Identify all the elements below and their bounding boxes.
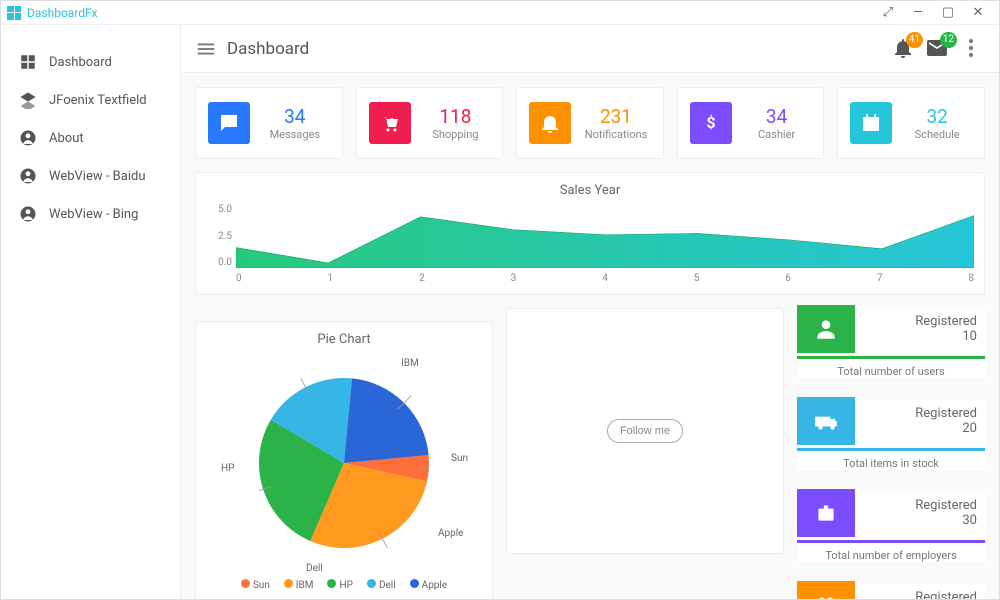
stat-icon xyxy=(369,102,411,144)
stat-value: 34 xyxy=(742,105,812,128)
registered-title: Registered xyxy=(855,406,977,421)
sidebar-item-label: About xyxy=(49,131,84,146)
registered-underline xyxy=(797,356,985,359)
registered-column: Registered 10 Total number of users Regi… xyxy=(797,308,985,599)
svg-text:$: $ xyxy=(706,113,715,132)
pie-chart-panel: Pie Chart Sun IBM HP Dell Apple Sun IBM HP Dell… xyxy=(195,321,493,599)
stat-value: 118 xyxy=(421,105,491,128)
sidebar-item-dashboard[interactable]: Dashboard xyxy=(1,43,180,81)
overflow-button[interactable] xyxy=(959,36,985,62)
stat-label: Cashier xyxy=(742,128,812,141)
stat-card[interactable]: 34 Messages xyxy=(195,87,343,159)
registered-card[interactable]: Registered 10 Total number of users xyxy=(797,308,985,378)
legend-item: Apple xyxy=(410,579,448,591)
stat-value: 231 xyxy=(581,105,651,128)
sidebar-item-label: WebView - Bing xyxy=(49,207,138,222)
registered-value: 10 xyxy=(855,329,977,344)
topbar: Dashboard 41 12 xyxy=(181,25,999,73)
person-icon xyxy=(19,129,37,147)
sidebar-item-webview-baidu[interactable]: WebView - Baidu xyxy=(1,157,180,195)
registered-underline xyxy=(797,540,985,543)
pie-chart: Sun IBM HP Dell Apple xyxy=(206,353,482,573)
follow-panel: Follow me xyxy=(506,308,784,554)
stat-label: Schedule xyxy=(902,128,972,141)
registered-card[interactable]: Registered 20 Total items in stock xyxy=(797,400,985,470)
sidebar-item-label: JFoenix Textfield xyxy=(49,93,147,108)
pie-legend: Sun IBM HP Dell Apple xyxy=(206,579,482,591)
sidebar-item-webview-bing[interactable]: WebView - Bing xyxy=(1,195,180,233)
registered-subtitle: Total number of employers xyxy=(797,549,985,562)
stats-row: 34 Messages 118 Shopping 231 Notificatio… xyxy=(195,87,985,159)
titlebar: DashboardFx ⤢ — ▢ ✕ xyxy=(1,1,999,25)
sidebar-item-label: WebView - Baidu xyxy=(49,169,146,184)
registered-subtitle: Total number of users xyxy=(797,365,985,378)
sales-year-chart xyxy=(236,204,974,268)
registered-icon xyxy=(797,305,855,353)
maximize-icon[interactable]: ▢ xyxy=(933,5,963,20)
app-logo-icon xyxy=(7,6,21,20)
stat-icon: $ xyxy=(690,102,732,144)
bell-badge: 41 xyxy=(906,32,923,48)
stat-card[interactable]: 231 Notifications xyxy=(516,87,664,159)
close-icon[interactable]: ✕ xyxy=(963,5,993,20)
stat-icon xyxy=(529,102,571,144)
registered-underline xyxy=(797,448,985,451)
mail-badge: 12 xyxy=(940,32,957,48)
sidebar: Dashboard JFoenix Textfield About WebVie… xyxy=(1,25,181,599)
registered-title: Registered xyxy=(855,498,977,513)
stat-label: Notifications xyxy=(581,128,651,141)
area-y-axis: 5.02.50.0 xyxy=(206,204,232,268)
sales-year-panel: Sales Year 5.02.50.0 012345678 xyxy=(195,172,985,295)
pie-slice-label: HP xyxy=(221,463,234,474)
pie-slice-label: Dell xyxy=(306,563,323,574)
stat-icon xyxy=(208,102,250,144)
registered-value: 30 xyxy=(855,513,977,528)
pie-slice-label: Sun xyxy=(451,453,468,464)
messages-button[interactable]: 12 xyxy=(925,36,951,62)
registered-title: Registered xyxy=(855,314,977,329)
layers-icon xyxy=(19,91,37,109)
stat-value: 34 xyxy=(260,105,330,128)
minimize-icon[interactable]: — xyxy=(903,5,933,20)
page-title: Dashboard xyxy=(227,39,309,59)
expand-icon[interactable]: ⤢ xyxy=(873,5,903,20)
legend-item: IBM xyxy=(284,579,314,591)
registered-card[interactable]: Registered 30 Total number of employers xyxy=(797,492,985,562)
stat-value: 32 xyxy=(902,105,972,128)
area-x-axis: 012345678 xyxy=(236,273,974,284)
sidebar-item-about[interactable]: About xyxy=(1,119,180,157)
dashboard-icon xyxy=(19,53,37,71)
registered-icon xyxy=(797,397,855,445)
registered-title: Registered xyxy=(855,590,977,599)
stat-card[interactable]: 118 Shopping xyxy=(356,87,504,159)
stat-label: Messages xyxy=(260,128,330,141)
app-title: DashboardFx xyxy=(27,6,98,20)
follow-button[interactable]: Follow me xyxy=(607,419,683,443)
stat-card[interactable]: $ 34 Cashier xyxy=(677,87,825,159)
sales-year-title: Sales Year xyxy=(206,183,974,198)
legend-item: Dell xyxy=(367,579,396,591)
pie-chart-title: Pie Chart xyxy=(206,332,482,347)
notifications-button[interactable]: 41 xyxy=(891,36,917,62)
registered-icon xyxy=(797,489,855,537)
legend-item: HP xyxy=(327,579,352,591)
registered-card[interactable]: Registered 40 xyxy=(797,584,985,599)
person-icon xyxy=(19,205,37,223)
pie-slice-label: IBM xyxy=(401,358,419,369)
main-scroll[interactable]: 34 Messages 118 Shopping 231 Notificatio… xyxy=(181,73,999,599)
pie-slice-label: Apple xyxy=(438,528,464,539)
sidebar-item-jfoenix[interactable]: JFoenix Textfield xyxy=(1,81,180,119)
stat-card[interactable]: 32 Schedule xyxy=(837,87,985,159)
legend-item: Sun xyxy=(241,579,270,591)
stat-icon xyxy=(850,102,892,144)
registered-icon xyxy=(797,581,855,599)
registered-value: 20 xyxy=(855,421,977,436)
hamburger-icon[interactable] xyxy=(195,38,217,60)
sidebar-item-label: Dashboard xyxy=(49,55,112,70)
more-vert-icon xyxy=(959,36,983,60)
registered-subtitle: Total items in stock xyxy=(797,457,985,470)
person-icon xyxy=(19,167,37,185)
stat-label: Shopping xyxy=(421,128,491,141)
